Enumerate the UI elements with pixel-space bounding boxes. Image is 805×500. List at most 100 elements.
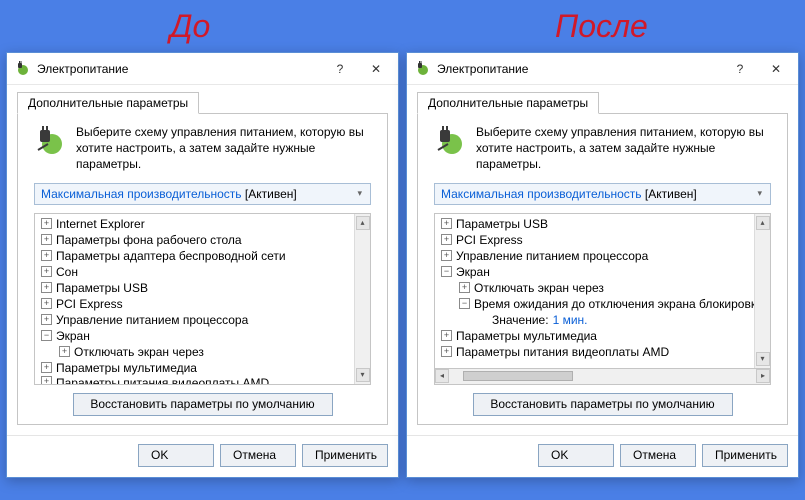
tree-node-label: Параметры фона рабочего стола bbox=[56, 233, 242, 247]
tree-node[interactable]: + Параметры USB bbox=[35, 280, 354, 296]
help-button[interactable]: ? bbox=[322, 55, 358, 83]
tree-node[interactable]: + PCI Express bbox=[435, 232, 754, 248]
tree-node-label: Параметры USB bbox=[456, 217, 548, 231]
expand-icon[interactable]: + bbox=[41, 218, 52, 229]
apply-button[interactable]: Применить bbox=[702, 444, 788, 467]
tree-node[interactable]: +Отключать экран через bbox=[435, 280, 754, 296]
plan-name-link[interactable]: Максимальная производительность bbox=[41, 187, 242, 201]
tree-node-label: Управление питанием процессора bbox=[456, 249, 648, 263]
tree-node[interactable]: Значение: 1 мин. bbox=[435, 312, 754, 328]
scroll-up-icon[interactable]: ▴ bbox=[356, 216, 370, 230]
expand-icon[interactable]: + bbox=[59, 346, 70, 357]
tree-node-label: PCI Express bbox=[56, 297, 123, 311]
scroll-right-icon[interactable]: ▸ bbox=[756, 369, 770, 383]
cancel-button[interactable]: Отмена bbox=[620, 444, 696, 467]
expand-icon[interactable]: + bbox=[41, 282, 52, 293]
battery-icon bbox=[34, 124, 66, 156]
tab-additional-params[interactable]: Дополнительные параметры bbox=[17, 92, 199, 114]
expand-icon[interactable]: + bbox=[441, 234, 452, 245]
scrollbar-thumb[interactable] bbox=[463, 371, 573, 381]
plan-dropdown[interactable]: Максимальная производительность [Активен… bbox=[434, 183, 771, 205]
plan-status: [Активен] bbox=[245, 187, 297, 201]
tree-node-label: Экран bbox=[456, 265, 490, 279]
power-icon bbox=[415, 61, 431, 77]
apply-button[interactable]: Применить bbox=[302, 444, 388, 467]
tree-node-label: Сон bbox=[56, 265, 78, 279]
battery-icon bbox=[434, 124, 466, 156]
tree-node[interactable]: + Параметры USB bbox=[435, 216, 754, 232]
collapse-icon[interactable]: − bbox=[41, 330, 52, 341]
tree-node-value[interactable]: 1 мин. bbox=[553, 313, 588, 327]
tree-node[interactable]: + Сон bbox=[35, 264, 354, 280]
expand-icon[interactable]: + bbox=[441, 250, 452, 261]
restore-defaults-button[interactable]: Восстановить параметры по умолчанию bbox=[73, 393, 333, 416]
tree-node[interactable]: + Параметры питания видеоплаты AMD bbox=[35, 376, 354, 384]
vertical-scrollbar[interactable]: ▴ ▾ bbox=[754, 214, 770, 368]
tree-node-label: Значение: bbox=[492, 313, 549, 327]
expand-icon[interactable]: + bbox=[41, 362, 52, 373]
cancel-button[interactable]: Отмена bbox=[220, 444, 296, 467]
tab-panel: Выберите схему управления питанием, кото… bbox=[17, 113, 388, 425]
tree-node[interactable]: + Параметры мультимедиа bbox=[435, 328, 754, 344]
tree-node[interactable]: + Отключать экран через bbox=[35, 344, 354, 360]
tree-node[interactable]: +Параметры мультимедиа bbox=[35, 360, 354, 376]
settings-tree[interactable]: + Internet Explorer + Параметры фона рабоче… bbox=[34, 213, 371, 385]
tree-node-label: Параметры USB bbox=[56, 281, 148, 295]
tree-node[interactable]: + Управление питанием процессора bbox=[435, 248, 754, 264]
scroll-down-icon[interactable]: ▾ bbox=[356, 368, 370, 382]
chevron-down-icon: ▾ bbox=[753, 188, 766, 199]
close-button[interactable]: ✕ bbox=[758, 55, 794, 83]
tab-additional-params[interactable]: Дополнительные параметры bbox=[417, 92, 599, 114]
ok-button[interactable]: OK bbox=[138, 444, 214, 467]
scroll-left-icon[interactable]: ◂ bbox=[435, 369, 449, 383]
tree-node-label: PCI Express bbox=[456, 233, 523, 247]
expand-icon[interactable]: + bbox=[41, 250, 52, 261]
dialog-after: Электропитание ? ✕ Дополнительные параме… bbox=[406, 52, 799, 478]
window-title: Электропитание bbox=[37, 62, 322, 76]
collapse-icon[interactable]: − bbox=[459, 298, 470, 309]
plan-status: [Активен] bbox=[645, 187, 697, 201]
plan-name-link[interactable]: Максимальная производительность bbox=[441, 187, 642, 201]
tree-node-label: Параметры питания видеоплаты AMD bbox=[56, 376, 269, 384]
horizontal-scrollbar[interactable]: ◂ ▸ bbox=[434, 369, 771, 385]
scroll-up-icon[interactable]: ▴ bbox=[756, 216, 770, 230]
collapse-icon[interactable]: − bbox=[441, 266, 452, 277]
tree-node[interactable]: −Время ожидания до отключения экрана бло… bbox=[435, 296, 754, 312]
close-button[interactable]: ✕ bbox=[358, 55, 394, 83]
scroll-down-icon[interactable]: ▾ bbox=[756, 352, 770, 366]
tree-node-label: Параметры питания видеоплаты AMD bbox=[456, 345, 669, 359]
power-icon bbox=[15, 61, 31, 77]
tree-node[interactable]: + Параметры фона рабочего стола bbox=[35, 232, 354, 248]
expand-icon[interactable]: + bbox=[41, 376, 52, 384]
expand-icon[interactable]: + bbox=[441, 218, 452, 229]
tab-panel: Выберите схему управления питанием, кото… bbox=[417, 113, 788, 425]
help-button[interactable]: ? bbox=[722, 55, 758, 83]
expand-icon[interactable]: + bbox=[441, 330, 452, 341]
tree-node-label: Параметры мультимедиа bbox=[456, 329, 597, 343]
expand-icon[interactable]: + bbox=[41, 266, 52, 277]
expand-icon[interactable]: + bbox=[41, 298, 52, 309]
ok-button[interactable]: OK bbox=[538, 444, 614, 467]
tree-node[interactable]: + Internet Explorer bbox=[35, 216, 354, 232]
tree-node[interactable]: +Параметры адаптера беспроводной сети bbox=[35, 248, 354, 264]
expand-icon[interactable]: + bbox=[41, 234, 52, 245]
tree-node[interactable]: + Параметры питания видеоплаты AMD bbox=[435, 344, 754, 360]
tree-node[interactable]: −Экран bbox=[435, 264, 754, 280]
tree-node[interactable]: −Экран bbox=[35, 328, 354, 344]
tree-node-label: Internet Explorer bbox=[56, 217, 145, 231]
tree-node-label: Экран bbox=[56, 329, 90, 343]
titlebar: Электропитание ? ✕ bbox=[407, 53, 798, 85]
settings-tree[interactable]: + Параметры USB + PCI Express + Управление пи… bbox=[434, 213, 771, 369]
tree-node[interactable]: + PCI Express bbox=[35, 296, 354, 312]
expand-icon[interactable]: + bbox=[441, 346, 452, 357]
tree-node-label: Отключать экран через bbox=[74, 345, 204, 359]
restore-defaults-button[interactable]: Восстановить параметры по умолчанию bbox=[473, 393, 733, 416]
header-before-label: До bbox=[170, 8, 210, 45]
expand-icon[interactable]: + bbox=[459, 282, 470, 293]
header-after-label: После bbox=[555, 8, 648, 45]
expand-icon[interactable]: + bbox=[41, 314, 52, 325]
tree-node[interactable]: +Управление питанием процессора bbox=[35, 312, 354, 328]
vertical-scrollbar[interactable]: ▴ ▾ bbox=[354, 214, 370, 384]
plan-dropdown[interactable]: Максимальная производительность [Активен… bbox=[34, 183, 371, 205]
titlebar: Электропитание ? ✕ bbox=[7, 53, 398, 85]
